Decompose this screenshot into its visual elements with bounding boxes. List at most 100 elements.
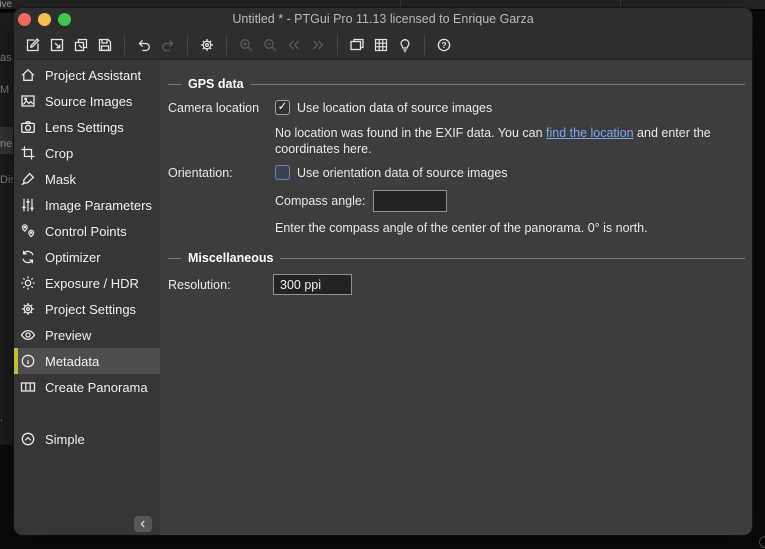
zoom-in-button[interactable] — [235, 34, 257, 56]
copy-documents-icon — [73, 37, 89, 53]
map-pins-icon — [20, 223, 36, 239]
chevron-up-circle-icon — [20, 431, 36, 447]
gps-data-section-header: GPS data — [168, 77, 745, 91]
home-icon — [20, 67, 36, 83]
next-image-button[interactable] — [307, 34, 329, 56]
redo-button[interactable] — [157, 34, 179, 56]
ptgui-window: Untitled * - PTGui Pro 11.13 licensed to… — [14, 8, 752, 535]
sidebar-item-label: Image Parameters — [45, 198, 152, 213]
sidebar-item-label: Simple — [45, 432, 85, 447]
background-text-fragment: M — [0, 84, 9, 96]
background-text-fragment: . — [0, 412, 3, 424]
use-location-checkbox[interactable]: ✓ — [275, 100, 290, 115]
metadata-panel: GPS data Camera location ✓ Use location … — [160, 60, 752, 535]
save-as-button[interactable] — [70, 34, 92, 56]
section-title: Miscellaneous — [188, 251, 273, 265]
floppy-disk-icon — [97, 37, 113, 53]
toolbar-separator — [187, 35, 188, 55]
location-note: No location was found in the EXIF data. … — [275, 126, 747, 157]
sidebar-item-label: Source Images — [45, 94, 132, 109]
zoom-out-icon — [262, 37, 278, 53]
zoom-out-button[interactable] — [259, 34, 281, 56]
svg-text:?: ? — [441, 40, 446, 50]
open-project-button[interactable] — [46, 34, 68, 56]
sidebar-item-label: Metadata — [45, 354, 99, 369]
compass-note: Enter the compass angle of the center of… — [275, 221, 747, 237]
toolbar: ? — [14, 30, 752, 60]
screen: rive as M ne Dis . Untitled * - PTGui Pr… — [0, 0, 765, 549]
sidebar: Project Assistant Source Images Lens Set… — [14, 60, 160, 535]
miscellaneous-section-header: Miscellaneous — [168, 251, 745, 265]
previous-image-button[interactable] — [283, 34, 305, 56]
sidebar-item-project-assistant[interactable]: Project Assistant — [14, 62, 160, 88]
sidebar-item-label: Crop — [45, 146, 73, 161]
overlapping-windows-icon — [349, 37, 365, 53]
note-text: No location was found in the EXIF data. … — [275, 126, 546, 140]
question-mark-circle-icon: ? — [436, 37, 452, 53]
camera-icon — [20, 119, 36, 135]
sidebar-item-mask[interactable]: Mask — [14, 166, 160, 192]
sidebar-item-label: Lens Settings — [45, 120, 124, 135]
sidebar-item-image-parameters[interactable]: Image Parameters — [14, 192, 160, 218]
sidebar-item-control-points[interactable]: Control Points — [14, 218, 160, 244]
open-document-icon — [49, 37, 65, 53]
detail-viewer-button[interactable] — [370, 34, 392, 56]
compass-angle-label: Compass angle: — [275, 194, 365, 208]
sidebar-item-source-images[interactable]: Source Images — [14, 88, 160, 114]
window-title: Untitled * - PTGui Pro 11.13 licensed to… — [14, 12, 752, 26]
sidebar-item-crop[interactable]: Crop — [14, 140, 160, 166]
gear-icon — [199, 37, 215, 53]
zoom-window-button[interactable] — [58, 13, 71, 26]
settings-button[interactable] — [196, 34, 218, 56]
use-orientation-checkbox[interactable]: ✓ — [275, 165, 290, 180]
sidebar-item-label: Project Assistant — [45, 68, 141, 83]
paintbrush-icon — [20, 171, 36, 187]
use-location-checkbox-label: Use location data of source images — [297, 101, 492, 115]
selected-indicator — [14, 348, 18, 374]
use-orientation-checkbox-label: Use orientation data of source images — [297, 166, 508, 180]
background-text-fragment: as — [0, 52, 12, 64]
panorama-editor-button[interactable] — [346, 34, 368, 56]
pencil-square-icon — [25, 37, 41, 53]
save-button[interactable] — [94, 34, 116, 56]
use-location-row: ✓ Use location data of source images — [275, 100, 492, 115]
sidebar-item-preview[interactable]: Preview — [14, 322, 160, 348]
sidebar-item-optimizer[interactable]: Optimizer — [14, 244, 160, 270]
sliders-icon — [20, 197, 36, 213]
sidebar-item-metadata[interactable]: Metadata — [14, 348, 160, 374]
background-text-fragment: Dis — [0, 174, 14, 186]
cp-assistant-button[interactable] — [394, 34, 416, 56]
close-button[interactable] — [18, 13, 31, 26]
resolution-label: Resolution: — [168, 278, 231, 292]
new-project-button[interactable] — [22, 34, 44, 56]
sidebar-item-simple[interactable]: Simple — [14, 426, 160, 452]
sidebar-item-label: Preview — [45, 328, 91, 343]
double-chevron-left-icon — [286, 37, 302, 53]
sidebar-item-exposure-hdr[interactable]: Exposure / HDR — [14, 270, 160, 296]
toolbar-separator — [424, 35, 425, 55]
sidebar-item-label: Create Panorama — [45, 380, 148, 395]
collapse-sidebar-button[interactable] — [134, 516, 152, 532]
help-button[interactable]: ? — [433, 34, 455, 56]
sidebar-item-lens-settings[interactable]: Lens Settings — [14, 114, 160, 140]
grid-icon — [373, 37, 389, 53]
resolution-input[interactable] — [273, 274, 352, 295]
compass-angle-input[interactable] — [373, 190, 447, 212]
sun-icon — [20, 275, 36, 291]
sidebar-item-create-panorama[interactable]: Create Panorama — [14, 374, 160, 400]
find-location-link[interactable]: find the location — [546, 126, 634, 140]
zoom-in-icon — [238, 37, 254, 53]
redo-arrow-icon — [160, 37, 176, 53]
sidebar-item-project-settings[interactable]: Project Settings — [14, 296, 160, 322]
compass-angle-row: Compass angle: — [275, 190, 447, 212]
orientation-label: Orientation: — [168, 166, 233, 180]
background-window-corner — [759, 536, 765, 548]
double-chevron-right-icon — [310, 37, 326, 53]
crop-icon — [20, 145, 36, 161]
undo-button[interactable] — [133, 34, 155, 56]
chevron-left-icon — [138, 519, 148, 529]
toolbar-separator — [124, 35, 125, 55]
title-bar[interactable]: Untitled * - PTGui Pro 11.13 licensed to… — [14, 8, 752, 30]
background-text-fragment: rive — [0, 0, 12, 10]
minimize-button[interactable] — [38, 13, 51, 26]
